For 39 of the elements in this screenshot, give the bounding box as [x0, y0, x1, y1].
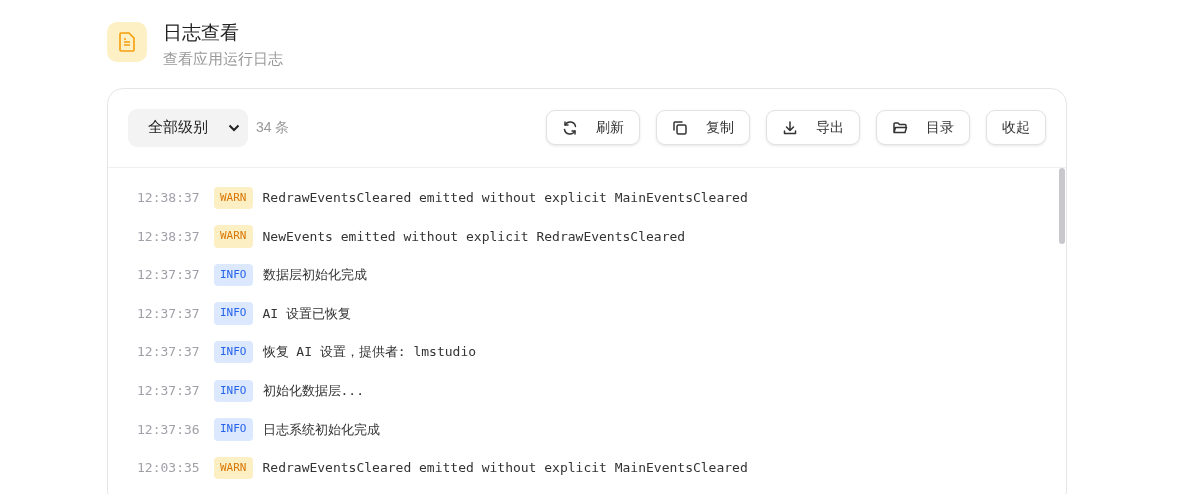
toolbar-button[interactable]: 复制	[656, 110, 750, 146]
log-message: 日志系统初始化完成	[262, 420, 380, 439]
toolbar-button[interactable]: 刷新	[546, 110, 640, 146]
level-tag: INFO	[214, 418, 253, 441]
log-message: NewEvents emitted without explicit RedrawEventsCleared	[262, 227, 686, 246]
log-time: 12:37:37	[137, 266, 201, 285]
folder-icon	[892, 119, 908, 136]
level-tag: WARN	[214, 186, 253, 210]
log-count: 34 条	[256, 118, 290, 138]
toolbar-button[interactable]: 目录	[876, 110, 970, 146]
refresh-icon	[562, 119, 578, 136]
document-icon	[107, 22, 147, 62]
log-message: AI 设置已恢复	[262, 304, 351, 323]
level-tag: INFO	[214, 302, 253, 325]
log-time: 12:03:35	[137, 459, 201, 478]
download-icon	[782, 119, 798, 136]
log-time: 12:37:36	[137, 420, 201, 439]
log-message: 恢复 AI 设置，提供者: lmstudio	[262, 343, 477, 362]
level-tag: INFO	[214, 263, 253, 287]
page-title: 日志查看	[163, 22, 240, 45]
level-tag: WARN	[214, 456, 253, 480]
log-time: 12:38:37	[137, 227, 201, 246]
page-subtitle: 查看应用运行日志	[163, 49, 283, 69]
level-tag: INFO	[214, 340, 253, 364]
toolbar-button[interactable]: 导出	[766, 110, 860, 146]
copy-icon	[672, 119, 688, 136]
log-message: RedrawEventsCleared emitted without explicit MainEventsCleared	[262, 189, 748, 208]
log-message: RedrawEventsCleared emitted without explicit MainEventsCleared	[262, 459, 748, 478]
log-message: 数据层初始化完成	[262, 266, 367, 285]
log-time: 12:37:37	[137, 382, 201, 401]
level-tag: WARN	[214, 225, 253, 248]
toolbar-button[interactable]: 收起	[986, 110, 1046, 146]
log-time: 12:37:37	[137, 304, 201, 323]
chevron-down-icon	[228, 123, 240, 132]
level-dropdown[interactable]: 全部级别	[128, 108, 248, 147]
log-time: 12:38:37	[137, 189, 201, 208]
level-tag: INFO	[214, 379, 253, 403]
log-message: 初始化数据层...	[262, 382, 364, 401]
log-time: 12:37:37	[137, 343, 201, 362]
